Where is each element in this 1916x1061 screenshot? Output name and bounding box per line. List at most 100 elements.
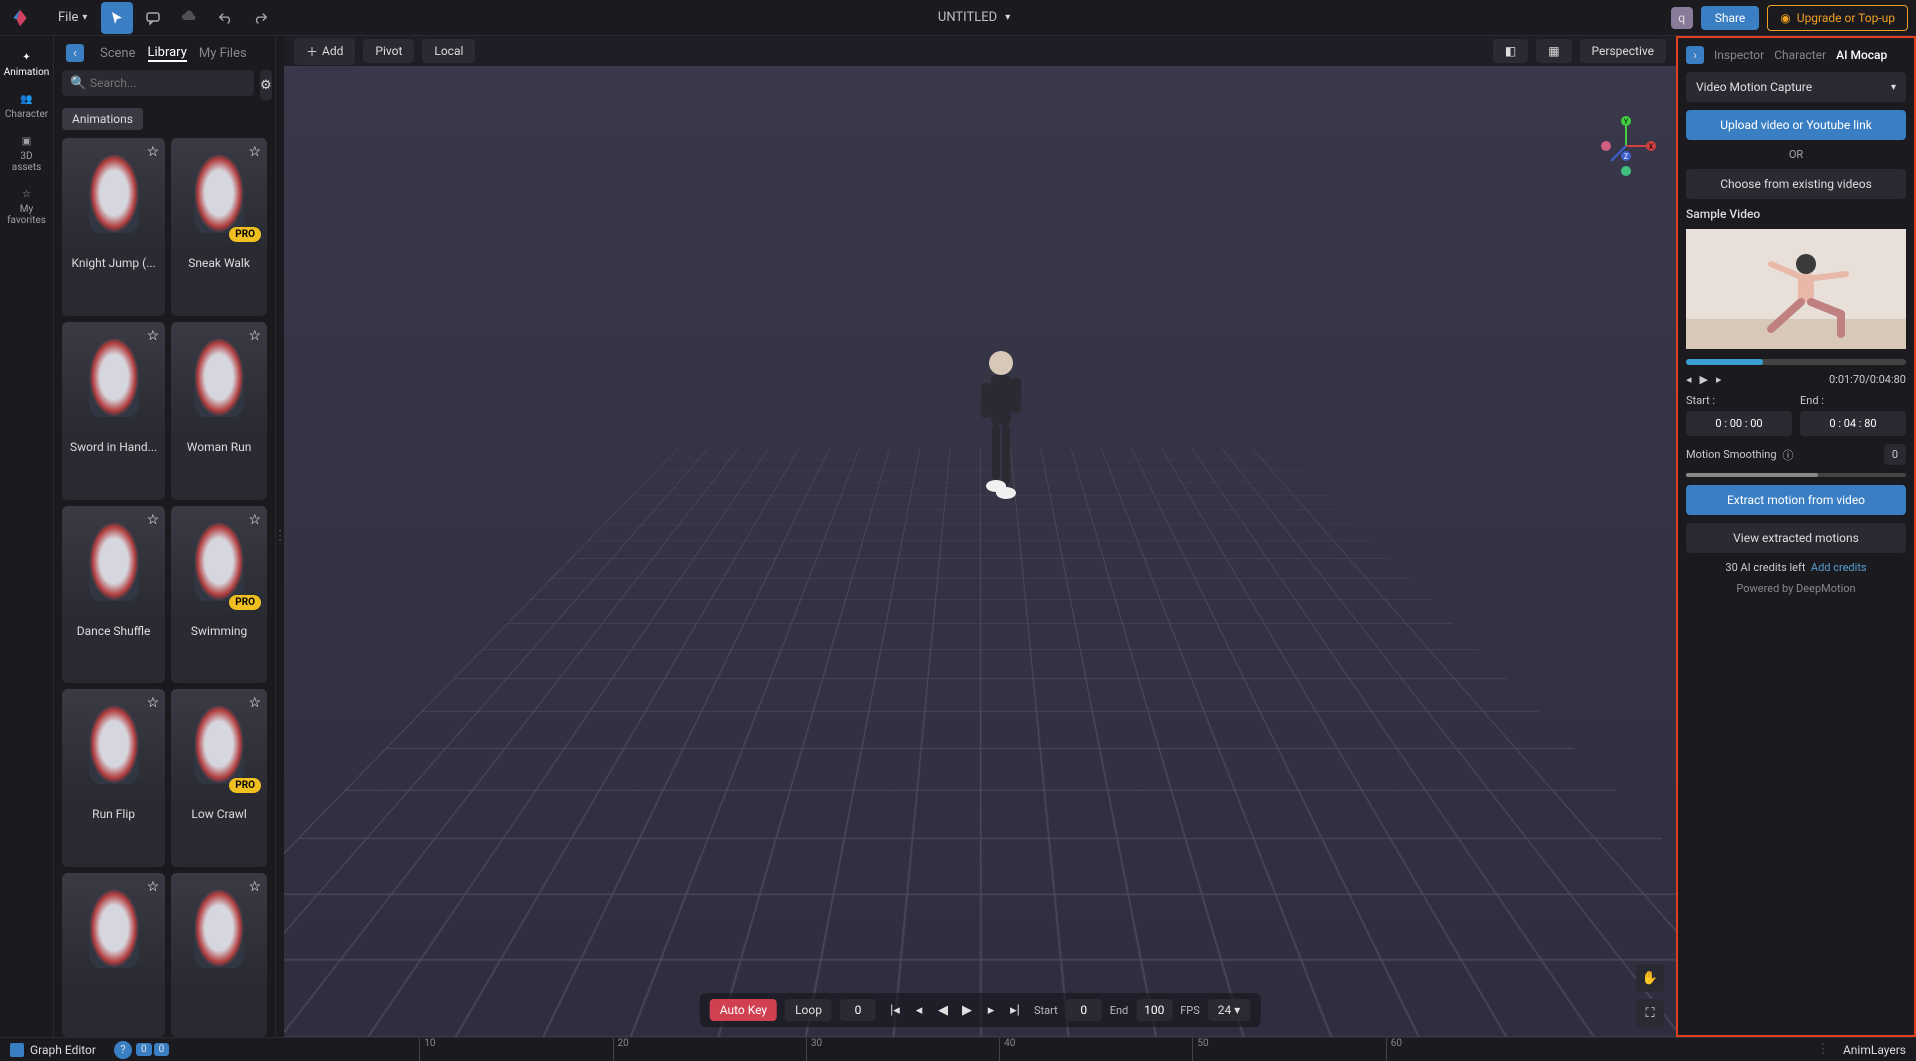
settings-icon[interactable]: ⚙ [260,70,272,100]
mocap-mode-select[interactable]: Video Motion Capture▾ [1686,72,1906,102]
loop-button[interactable]: Loop [785,999,832,1021]
local-button[interactable]: Local [422,39,475,63]
animation-card[interactable]: ☆Run Flip [62,689,165,867]
tab-character[interactable]: Character [1774,48,1826,62]
smoothing-slider[interactable] [1686,473,1906,477]
right-panel-back-icon[interactable]: › [1686,46,1704,64]
rail-character[interactable]: 👥Character [3,86,51,128]
playback-bar: Auto Key Loop |◂ ◂ ◀ ▶ ▸ ▸| Start End FP… [700,993,1261,1027]
autokey-button[interactable]: Auto Key [710,999,777,1021]
favorite-star-icon[interactable]: ☆ [147,328,160,344]
clip-end-input[interactable] [1800,411,1906,436]
timeline-marker-0[interactable]: 0 [136,1043,152,1056]
animation-card[interactable]: ☆PROSwimming [171,506,267,684]
redo-icon[interactable] [245,2,277,34]
end-frame-input[interactable] [1136,999,1172,1021]
upgrade-button[interactable]: ◉Upgrade or Top-up [1767,5,1908,31]
cursor-tool-icon[interactable] [101,2,133,34]
app-logo[interactable] [8,6,32,30]
favorite-star-icon[interactable]: ☆ [147,695,160,711]
shading-icon[interactable]: ◧ [1493,39,1528,63]
video-scrubber[interactable] [1686,359,1906,365]
animation-card[interactable]: ☆Woman Run [171,322,267,500]
viewport-canvas[interactable]: YXZ ✋ ⛶ Auto Key Loop |◂ ◂ ◀ ▶ ▸ ▸| Star… [284,66,1676,1037]
animation-card[interactable]: ☆PROSneak Walk [171,138,267,316]
favorite-star-icon[interactable]: ☆ [248,144,261,160]
play-reverse-icon[interactable]: ◀ [932,999,954,1021]
play-forward-icon[interactable]: ▶ [956,999,978,1021]
add-button[interactable]: ＋ Add [294,38,355,65]
fullscreen-icon[interactable]: ⛶ [1636,999,1664,1027]
favorite-star-icon[interactable]: ☆ [147,512,160,528]
favorite-star-icon[interactable]: ☆ [248,328,261,344]
splitter-left[interactable]: ⋮ [276,36,284,1037]
animation-card[interactable]: ☆PROLow Crawl [171,689,267,867]
star-icon: ☆ [22,189,31,200]
view-motions-button[interactable]: View extracted motions [1686,523,1906,553]
cloud-sync-icon[interactable] [173,2,205,34]
upload-video-button[interactable]: Upload video or Youtube link [1686,110,1906,140]
rail-animation[interactable]: ✦Animation [3,44,51,86]
animation-card[interactable]: ☆ [171,873,267,1037]
favorite-star-icon[interactable]: ☆ [248,512,261,528]
video-play-icon[interactable]: ▶ [1700,373,1708,386]
animlayers-toggle[interactable]: AnimLayers [1827,1043,1916,1057]
tab-myfiles[interactable]: My Files [199,46,247,61]
tab-scene[interactable]: Scene [100,46,136,61]
favorite-star-icon[interactable]: ☆ [248,879,261,895]
search-input[interactable] [62,70,254,96]
smoothing-value[interactable]: 0 [1884,444,1906,465]
graph-editor-toggle[interactable]: Graph Editor [0,1043,106,1057]
help-icon[interactable]: ? [114,1041,132,1059]
video-preview[interactable] [1686,229,1906,349]
video-prev-icon[interactable]: ◂ [1686,373,1692,386]
animation-card[interactable]: ☆ [62,873,165,1037]
choose-existing-button[interactable]: Choose from existing videos [1686,169,1906,199]
add-credits-link[interactable]: Add credits [1811,561,1867,574]
topbar: File▾ UNTITLED ▾ q Share ◉Upgrade or Top… [0,0,1916,36]
favorite-star-icon[interactable]: ☆ [147,879,160,895]
library-panel: ‹ Scene Library My Files 🔍 ⚙ Animations … [54,36,276,1037]
animation-card[interactable]: ☆Dance Shuffle [62,506,165,684]
timeline-marker-1[interactable]: 0 [154,1043,170,1056]
share-button[interactable]: Share [1701,6,1760,30]
end-label: End [1110,1004,1129,1017]
goto-start-icon[interactable]: |◂ [884,999,906,1021]
character-model[interactable] [966,338,1036,538]
info-icon[interactable]: ⓘ [1783,447,1794,463]
comment-icon[interactable] [137,2,169,34]
pan-tool-icon[interactable]: ✋ [1636,964,1664,992]
title-dropdown-icon[interactable]: ▾ [1005,12,1010,23]
axis-gizmo[interactable]: YXZ [1596,116,1656,176]
splitter-right[interactable]: ⋮ [1819,1042,1827,1057]
tab-inspector[interactable]: Inspector [1714,48,1764,62]
tab-library[interactable]: Library [148,45,187,62]
file-menu[interactable]: File▾ [48,4,97,31]
perspective-button[interactable]: Perspective [1580,39,1666,63]
animation-label: Low Crawl [171,799,267,829]
favorite-star-icon[interactable]: ☆ [147,144,160,160]
next-frame-icon[interactable]: ▸ [980,999,1002,1021]
timeline-ruler[interactable]: 102030405060 [169,1038,1819,1061]
rail-3d-assets[interactable]: ▣3D assets [3,128,51,181]
pivot-button[interactable]: Pivot [363,39,414,63]
animation-card[interactable]: ☆Sword in Hand... [62,322,165,500]
tab-aimocap[interactable]: AI Mocap [1836,48,1887,62]
favorite-star-icon[interactable]: ☆ [248,695,261,711]
rail-favorites[interactable]: ☆My favorites [3,181,51,234]
current-frame-input[interactable] [840,999,876,1021]
filter-chip-animations[interactable]: Animations [62,108,143,130]
start-frame-input[interactable] [1066,999,1102,1021]
clip-start-input[interactable] [1686,411,1792,436]
grid-toggle-icon[interactable]: ▦ [1536,39,1571,63]
panel-back-icon[interactable]: ‹ [66,44,84,62]
undo-icon[interactable] [209,2,241,34]
video-next-icon[interactable]: ▸ [1716,373,1722,386]
goto-end-icon[interactable]: ▸| [1004,999,1026,1021]
fps-select[interactable]: 24 ▾ [1208,999,1251,1021]
prev-frame-icon[interactable]: ◂ [908,999,930,1021]
avatar[interactable]: q [1671,7,1693,29]
animation-card[interactable]: ☆Knight Jump (... [62,138,165,316]
extract-motion-button[interactable]: Extract motion from video [1686,485,1906,515]
document-title[interactable]: UNTITLED [938,10,997,25]
